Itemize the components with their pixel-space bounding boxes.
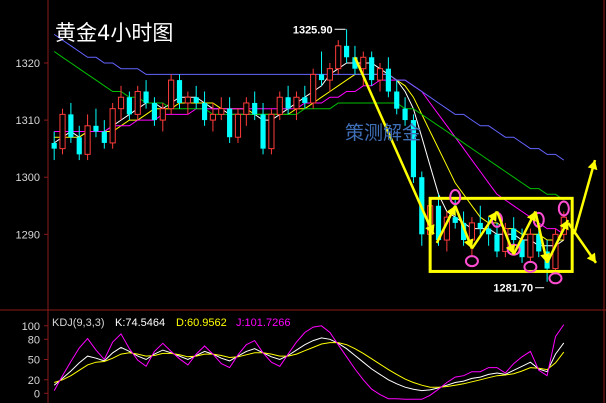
- candle-body: [243, 102, 250, 115]
- kdj-tick-label: 0: [34, 388, 40, 400]
- price-tick-label: 1310: [16, 115, 40, 127]
- candle: [109, 102, 116, 149]
- candle-body: [68, 114, 74, 138]
- candle-body: [134, 91, 141, 115]
- kdj-legend-k: K:74.5464: [115, 317, 165, 329]
- candle-body: [117, 96, 125, 110]
- price-tick-label: 1300: [16, 172, 40, 184]
- candle-body: [201, 102, 208, 121]
- candle-body: [51, 142, 57, 149]
- candle-body: [310, 73, 317, 104]
- candle-body: [268, 113, 275, 150]
- candle: [59, 108, 66, 155]
- candle-body: [486, 228, 492, 235]
- candle-body: [176, 80, 183, 103]
- candle-body: [193, 97, 199, 103]
- candle-body: [285, 97, 291, 109]
- candle-body: [385, 68, 391, 92]
- kdj-legend-d: D:60.9562: [176, 317, 227, 329]
- candle-body: [402, 108, 408, 121]
- chart-stage: 1320 1310 1300 1290 1325.90 1281.70 黄金4小时图 策…: [0, 0, 606, 403]
- price-tick-label: 1320: [16, 58, 40, 70]
- candle-body: [252, 102, 258, 115]
- candle-body: [76, 137, 82, 155]
- candle-body: [360, 56, 367, 70]
- candle-body: [159, 108, 166, 121]
- candle-body: [184, 96, 191, 104]
- candle-body: [168, 79, 175, 110]
- candle-body: [511, 228, 517, 241]
- kdj-tick-label: 80: [28, 334, 40, 346]
- candle-body: [326, 68, 333, 81]
- high-price-label: 1325.90: [293, 24, 333, 36]
- watermark: 策测解金: [345, 122, 421, 144]
- candle-body: [477, 222, 483, 229]
- candle-body: [93, 125, 99, 132]
- candle-body: [151, 102, 158, 121]
- candle-body: [293, 96, 300, 110]
- candle: [310, 68, 317, 109]
- candle-body: [59, 113, 66, 150]
- candle: [168, 74, 175, 115]
- kdj-tick-label: 100: [22, 321, 40, 333]
- kdj-title: KDJ(9,3,3): [52, 317, 105, 329]
- candle-body: [126, 97, 132, 115]
- candle-body: [234, 113, 242, 138]
- price-tick-label: 1290: [16, 229, 40, 241]
- candle-body: [335, 45, 342, 70]
- candle-body: [227, 108, 233, 138]
- candle-body: [344, 45, 350, 58]
- candle-body: [84, 125, 91, 155]
- candle-body: [452, 217, 458, 223]
- candle-body: [260, 114, 266, 149]
- candle-body: [101, 131, 107, 143]
- chart-title: 黄金4小时图: [55, 21, 173, 45]
- candle-body: [318, 74, 325, 81]
- candle-body: [494, 234, 500, 252]
- candle-body: [376, 68, 384, 81]
- candle-body: [209, 113, 217, 121]
- candle-body: [276, 96, 283, 115]
- candle-body: [468, 222, 476, 241]
- low-price-label: 1281.70: [493, 283, 533, 295]
- candle-body: [218, 108, 225, 115]
- candle-body: [302, 97, 308, 103]
- candle-body: [527, 233, 534, 258]
- kdj-legend-j: J:101.7266: [236, 317, 290, 329]
- candle-body: [369, 57, 375, 81]
- kdj-tick-label: 20: [28, 375, 40, 387]
- gold-4h-chart: 1320 1310 1300 1290 1325.90 1281.70 黄金4小时图 策…: [0, 0, 606, 403]
- candle-body: [109, 108, 116, 144]
- candle-body: [143, 91, 149, 103]
- candle: [268, 108, 275, 155]
- candle-body: [394, 91, 400, 109]
- kdj-tick-label: 50: [28, 355, 40, 367]
